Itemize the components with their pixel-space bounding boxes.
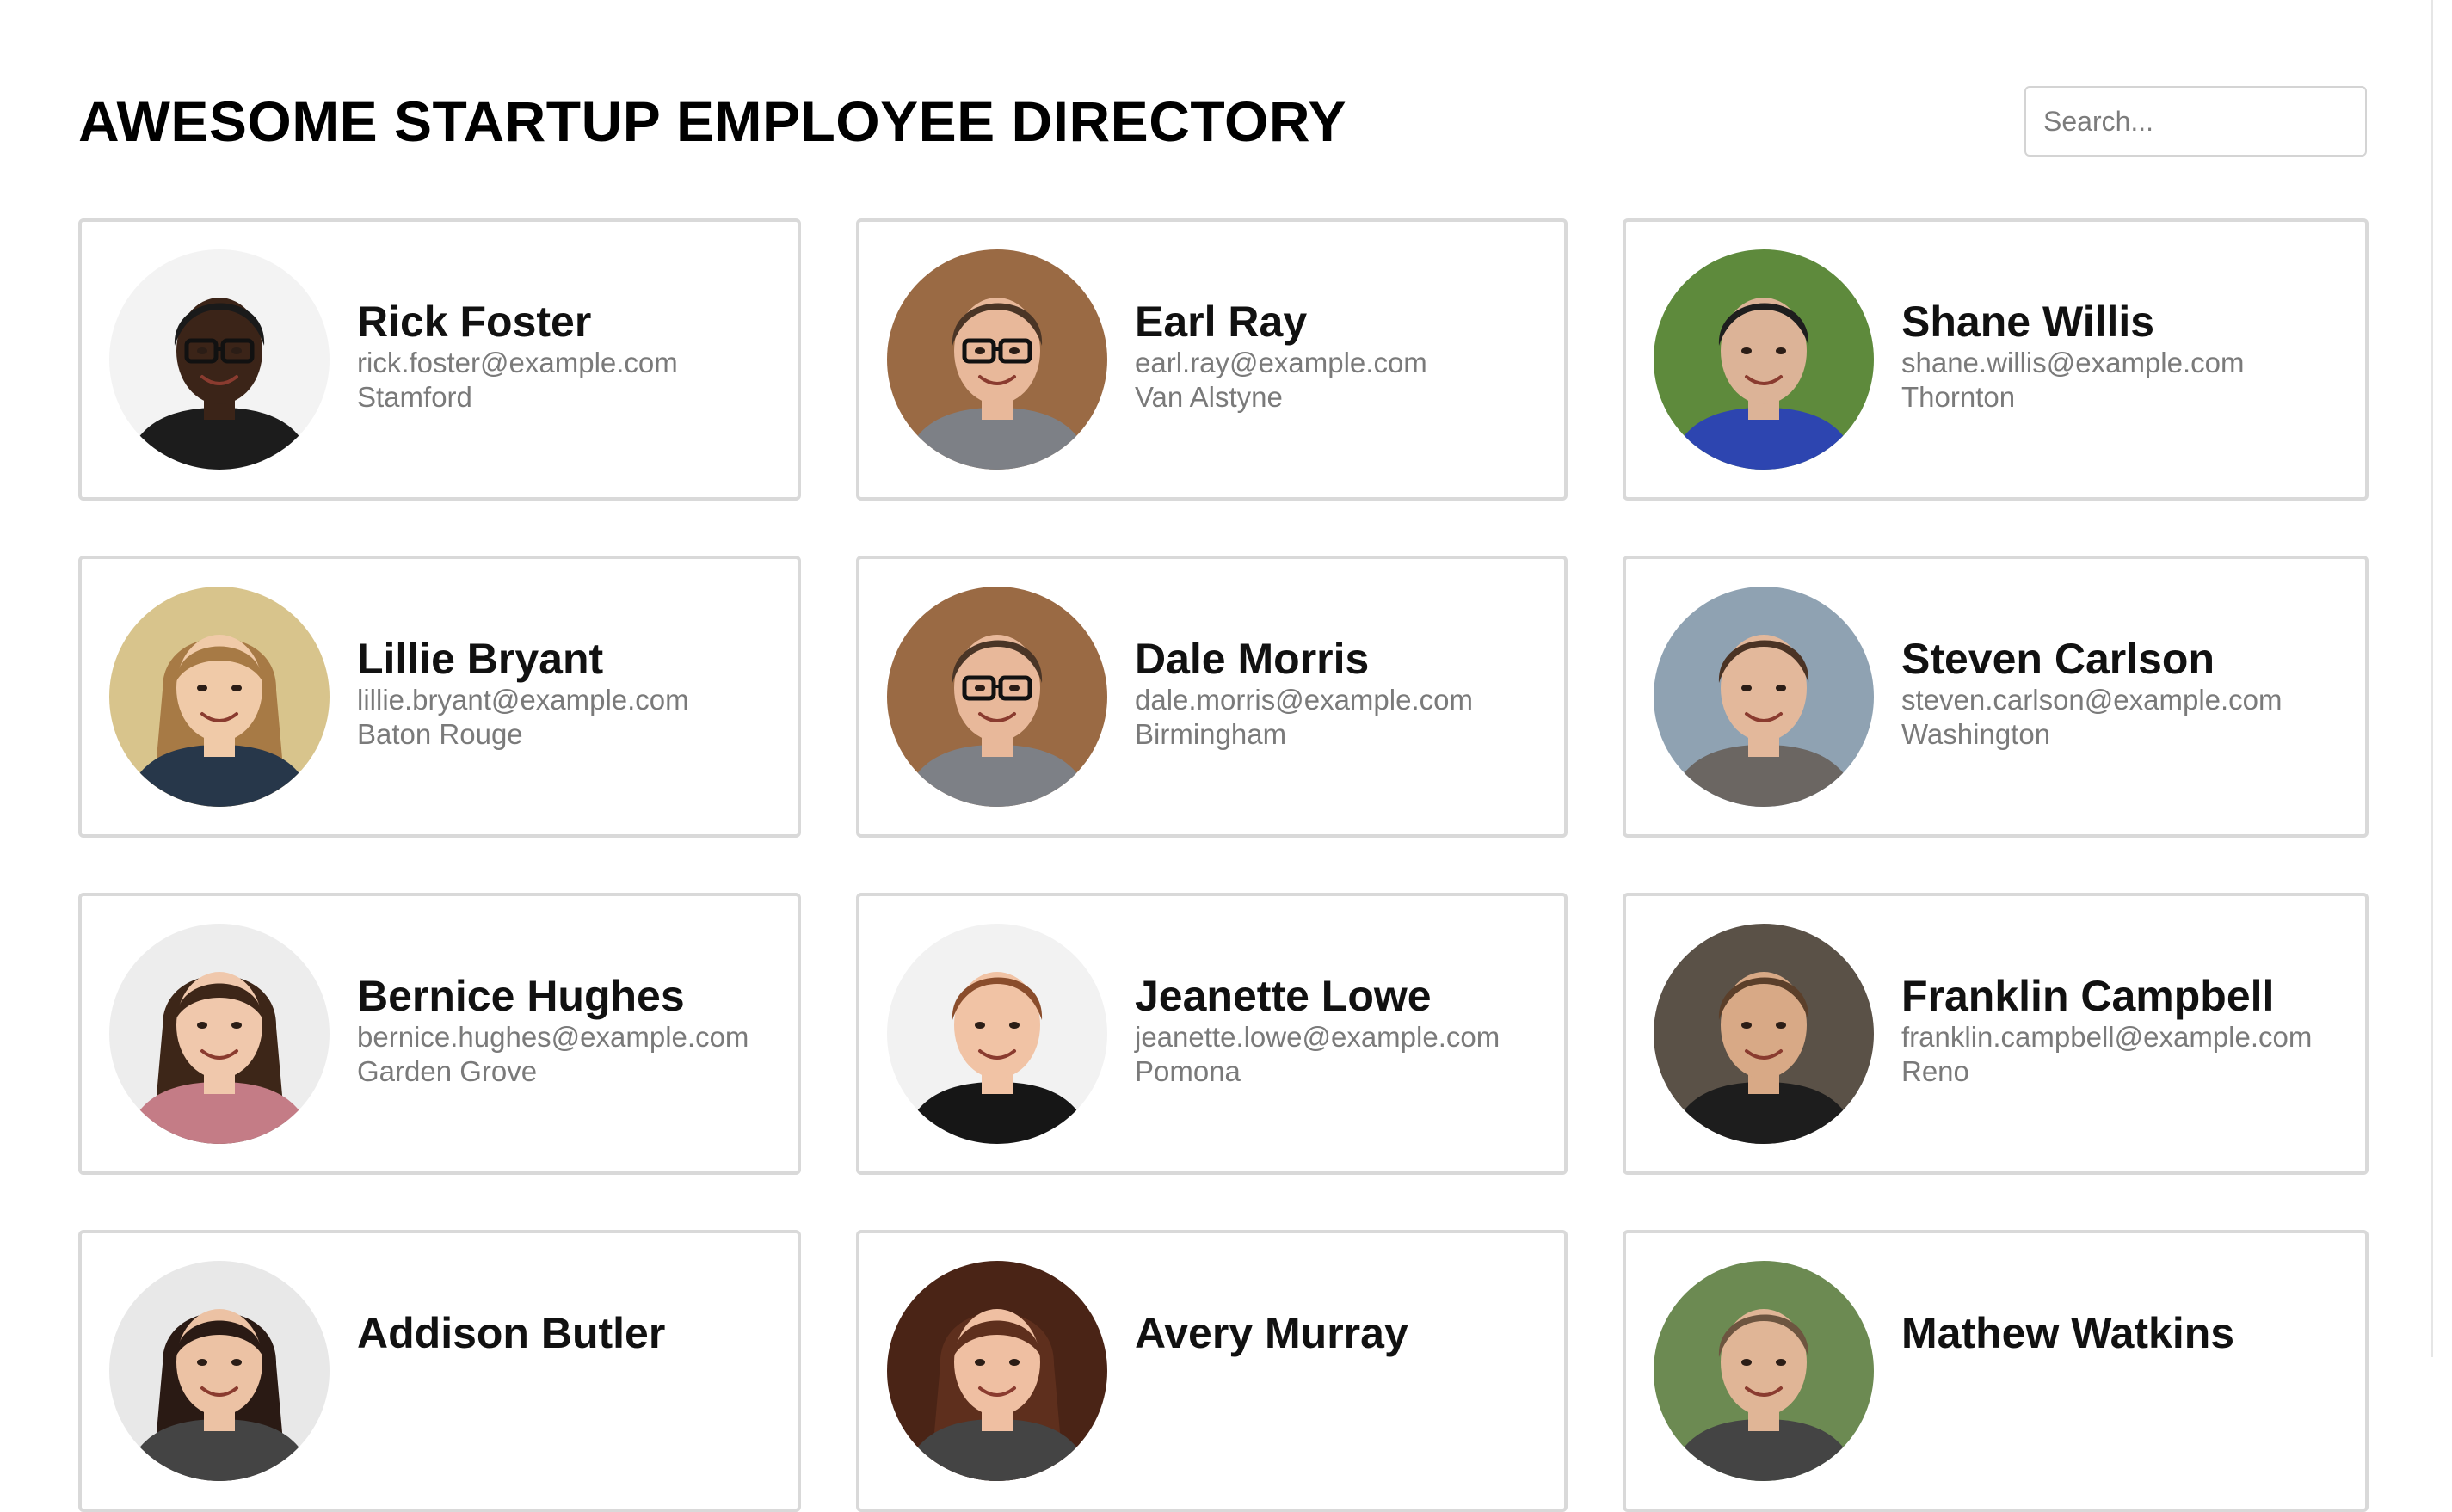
avatar [1654, 249, 1874, 470]
avatar-illustration [109, 587, 330, 807]
employee-name: Steven Carlson [1901, 635, 2215, 683]
employee-card[interactable]: Bernice Hughes bernice.hughes@example.com… [78, 893, 801, 1175]
employee-email: steven.carlson@example.com [1901, 684, 2283, 716]
employee-name: Shane Willis [1901, 298, 2155, 346]
employee-city: Birmingham [1135, 718, 1287, 750]
avatar [109, 924, 330, 1144]
search-input[interactable] [2024, 86, 2367, 157]
employee-email: bernice.hughes@example.com [357, 1021, 749, 1053]
avatar [109, 1261, 330, 1481]
employee-city: Garden Grove [357, 1055, 538, 1087]
avatar-illustration [887, 924, 1107, 1144]
page-title: AWESOME STARTUP EMPLOYEE DIRECTORY [78, 89, 1347, 153]
employee-info: Shane Willis shane.willis@example.com Thor… [1901, 298, 2244, 415]
employee-card[interactable]: Dale Morris dale.morris@example.com Birmin… [856, 556, 1568, 838]
avatar [1654, 1261, 1874, 1481]
employee-name: Earl Ray [1135, 298, 1308, 346]
avatar [887, 924, 1107, 1144]
avatar [887, 249, 1107, 470]
employee-email: shane.willis@example.com [1901, 347, 2245, 378]
avatar [1654, 587, 1874, 807]
employee-name: Addison Butler [357, 1309, 666, 1357]
employee-city: Washington [1901, 718, 2051, 750]
employee-email: rick.foster@example.com [357, 347, 678, 378]
employee-info: Addison Butler [357, 1309, 665, 1357]
employee-card[interactable]: Earl Ray earl.ray@example.com Van Alstyne [856, 218, 1568, 501]
page-scrollbar[interactable] [2431, 0, 2452, 1357]
employee-email: dale.morris@example.com [1135, 684, 1473, 716]
avatar-illustration [1654, 1261, 1874, 1481]
avatar-illustration [887, 587, 1107, 807]
employee-city: Pomona [1135, 1055, 1241, 1087]
employee-info: Rick Foster rick.foster@example.com Stamfo… [357, 298, 678, 415]
employee-name: Jeanette Lowe [1135, 972, 1432, 1020]
avatar-illustration [1654, 924, 1874, 1144]
employee-card[interactable]: Avery Murray [856, 1230, 1568, 1512]
employee-city: Stamford [357, 381, 472, 413]
employee-info: Mathew Watkins [1901, 1309, 2234, 1357]
employee-card[interactable]: Mathew Watkins [1623, 1230, 2369, 1512]
employee-info: Franklin Campbell franklin.campbell@examp… [1901, 972, 2312, 1089]
employee-card[interactable]: Lillie Bryant lillie.bryant@example.com Ba… [78, 556, 801, 838]
employee-name: Bernice Hughes [357, 972, 685, 1020]
employee-info: Dale Morris dale.morris@example.com Birmin… [1135, 635, 1473, 752]
employee-name: Franklin Campbell [1901, 972, 2275, 1020]
employee-card[interactable]: Rick Foster rick.foster@example.com Stamfo… [78, 218, 801, 501]
employee-card[interactable]: Jeanette Lowe jeanette.lowe@example.com Po… [856, 893, 1568, 1175]
employee-info: Lillie Bryant lillie.bryant@example.com Ba… [357, 635, 689, 752]
avatar-illustration [1654, 587, 1874, 807]
employee-info: Steven Carlson steven.carlson@example.com… [1901, 635, 2283, 752]
employee-email: lillie.bryant@example.com [357, 684, 689, 716]
employee-info: Earl Ray earl.ray@example.com Van Alstyne [1135, 298, 1427, 415]
avatar [109, 249, 330, 470]
employee-name: Mathew Watkins [1901, 1309, 2235, 1357]
avatar-illustration [109, 249, 330, 470]
avatar [887, 1261, 1107, 1481]
employee-info: Jeanette Lowe jeanette.lowe@example.com Po… [1135, 972, 1500, 1089]
employee-info: Avery Murray [1135, 1309, 1408, 1357]
avatar [1654, 924, 1874, 1144]
avatar-illustration [887, 1261, 1107, 1481]
employee-city: Baton Rouge [357, 718, 523, 750]
avatar [109, 587, 330, 807]
employee-city: Reno [1901, 1055, 1969, 1087]
avatar-illustration [109, 924, 330, 1144]
employee-card[interactable]: Addison Butler [78, 1230, 801, 1512]
employee-card[interactable]: Franklin Campbell franklin.campbell@examp… [1623, 893, 2369, 1175]
employee-city: Van Alstyne [1135, 381, 1283, 413]
avatar-illustration [1654, 249, 1874, 470]
employee-email: franklin.campbell@example.com [1901, 1021, 2313, 1053]
employee-name: Rick Foster [357, 298, 592, 346]
employee-card[interactable]: Steven Carlson steven.carlson@example.com… [1623, 556, 2369, 838]
employee-name: Lillie Bryant [357, 635, 604, 683]
employee-city: Thornton [1901, 381, 2016, 413]
employee-card[interactable]: Shane Willis shane.willis@example.com Thor… [1623, 218, 2369, 501]
employee-name: Avery Murray [1135, 1309, 1408, 1357]
employee-name: Dale Morris [1135, 635, 1370, 683]
employee-info: Bernice Hughes bernice.hughes@example.com… [357, 972, 749, 1089]
avatar-illustration [109, 1261, 330, 1481]
employee-email: jeanette.lowe@example.com [1135, 1021, 1500, 1053]
avatar [887, 587, 1107, 807]
employee-email: earl.ray@example.com [1135, 347, 1427, 378]
avatar-illustration [887, 249, 1107, 470]
